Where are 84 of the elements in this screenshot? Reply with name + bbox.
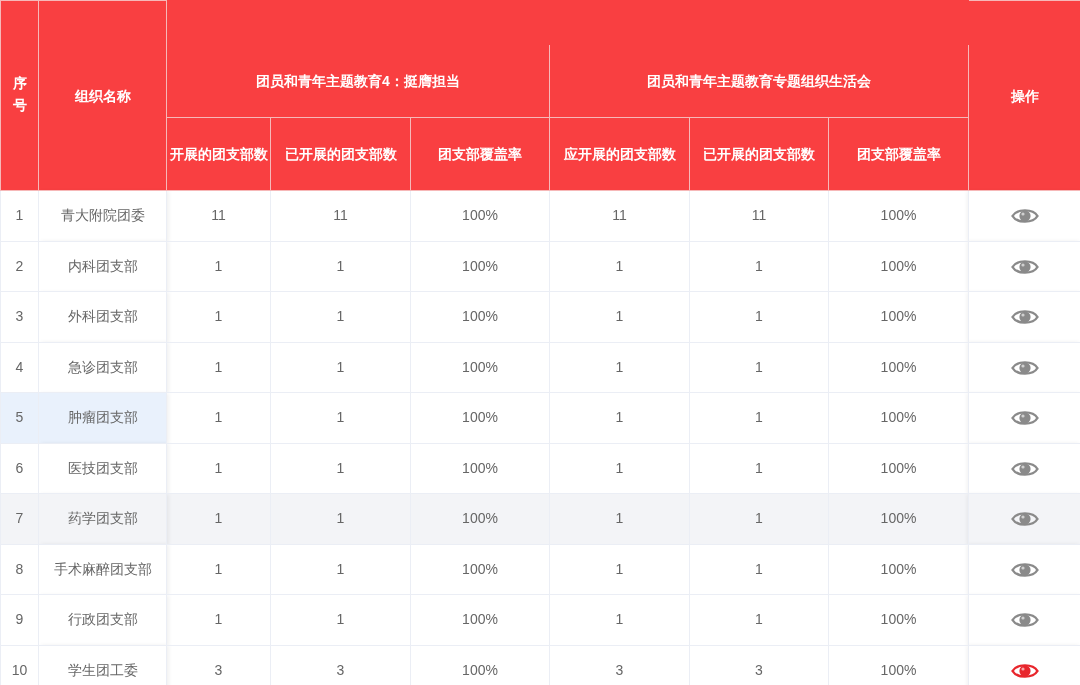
table-cell: 100% [410,190,550,241]
table-cell: 100% [828,392,969,443]
table-cell: 1 [166,241,271,292]
row-number-cell: 7 [0,493,39,544]
table-cell: 1 [689,544,829,595]
table-cell: 100% [410,594,550,645]
row-number-cell: 5 [0,392,39,443]
column-header: 已开展的团支部数 [703,146,815,162]
organization-name-cell: 急诊团支部 [38,342,167,393]
table-cell: 1 [270,291,411,342]
table-cell: 1 [270,241,411,292]
table-cell: 1 [689,493,829,544]
table-cell: 1 [549,291,690,342]
column-header: 开展的团支部数 [169,146,268,162]
table-cell: 100% [410,544,550,595]
table-cell: 100% [828,544,969,595]
row-number-cell: 6 [0,443,39,494]
table-cell: 1 [166,493,271,544]
table-cell: 1 [270,544,411,595]
table-cell: 1 [689,392,829,443]
table-cell: 100% [828,493,969,544]
organization-name-cell: 医技团支部 [38,443,167,494]
table-cell: 1 [270,443,411,494]
group-header: 团员和青年主题教育4：挺膺担当 [256,73,460,89]
table-cell: 100% [410,342,550,393]
table-cell: 11 [166,190,271,241]
row-number-cell: 4 [0,342,39,393]
table-cell: 100% [410,291,550,342]
row-number-cell: 8 [0,544,39,595]
table-cell: 1 [549,392,690,443]
table-cell: 100% [828,594,969,645]
table-cell: 1 [549,594,690,645]
table-cell: 1 [689,342,829,393]
organization-name-cell: 手术麻醉团支部 [38,544,167,595]
table-cell: 100% [410,443,550,494]
organization-name-cell: 行政团支部 [38,594,167,645]
organization-name-cell: 内科团支部 [38,241,167,292]
table-cell: 100% [410,392,550,443]
row-number-cell: 2 [0,241,39,292]
table-cell: 1 [270,493,411,544]
column-header: 应开展的团支部数 [563,146,676,162]
table-cell: 11 [689,190,829,241]
organization-name-cell: 药学团支部 [38,493,167,544]
row-number-cell: 9 [0,594,39,645]
table-cell: 11 [270,190,411,241]
column-header: 已开展的团支部数 [284,146,397,162]
row-number-cell: 3 [0,291,39,342]
table-cell: 100% [828,443,969,494]
row-number-cell: 10 [0,645,39,685]
table-cell: 1 [270,392,411,443]
table-cell: 1 [549,241,690,292]
table-cell: 1 [689,594,829,645]
table-cell: 1 [166,291,271,342]
table-cell: 1 [689,291,829,342]
table-cell: 1 [549,544,690,595]
table-cell: 1 [166,544,271,595]
column-header: 组织名称 [74,87,131,104]
table-cell: 100% [410,241,550,292]
table-cell: 1 [270,342,411,393]
table-cell: 1 [549,443,690,494]
table-cell: 1 [166,392,271,443]
table-cell: 100% [828,291,969,342]
column-header: 团支部覆盖率 [438,146,522,162]
group-header: 团员和青年主题教育专题组织生活会 [647,73,871,89]
table-cell: 100% [828,342,969,393]
organization-name-cell: 青大附院团委 [38,190,167,241]
organization-name-cell: 外科团支部 [38,291,167,342]
table-cell: 1 [549,493,690,544]
table-cell: 1 [689,241,829,292]
table-cell: 1 [166,443,271,494]
organization-name-cell: 肿瘤团支部 [38,392,167,443]
table-cell: 1 [549,342,690,393]
table-cell: 100% [410,493,550,544]
table-cell: 1 [689,443,829,494]
table-cell: 1 [166,594,271,645]
column-header: 团支部覆盖率 [856,146,941,162]
column-header: 操作 [1010,87,1039,104]
row-number-cell: 1 [0,190,39,241]
table-cell: 100% [828,190,969,241]
table-cell: 1 [166,342,271,393]
column-header: 序号 [12,73,27,116]
table-cell: 100% [828,241,969,292]
table-cell: 11 [549,190,690,241]
table-cell: 1 [270,594,411,645]
